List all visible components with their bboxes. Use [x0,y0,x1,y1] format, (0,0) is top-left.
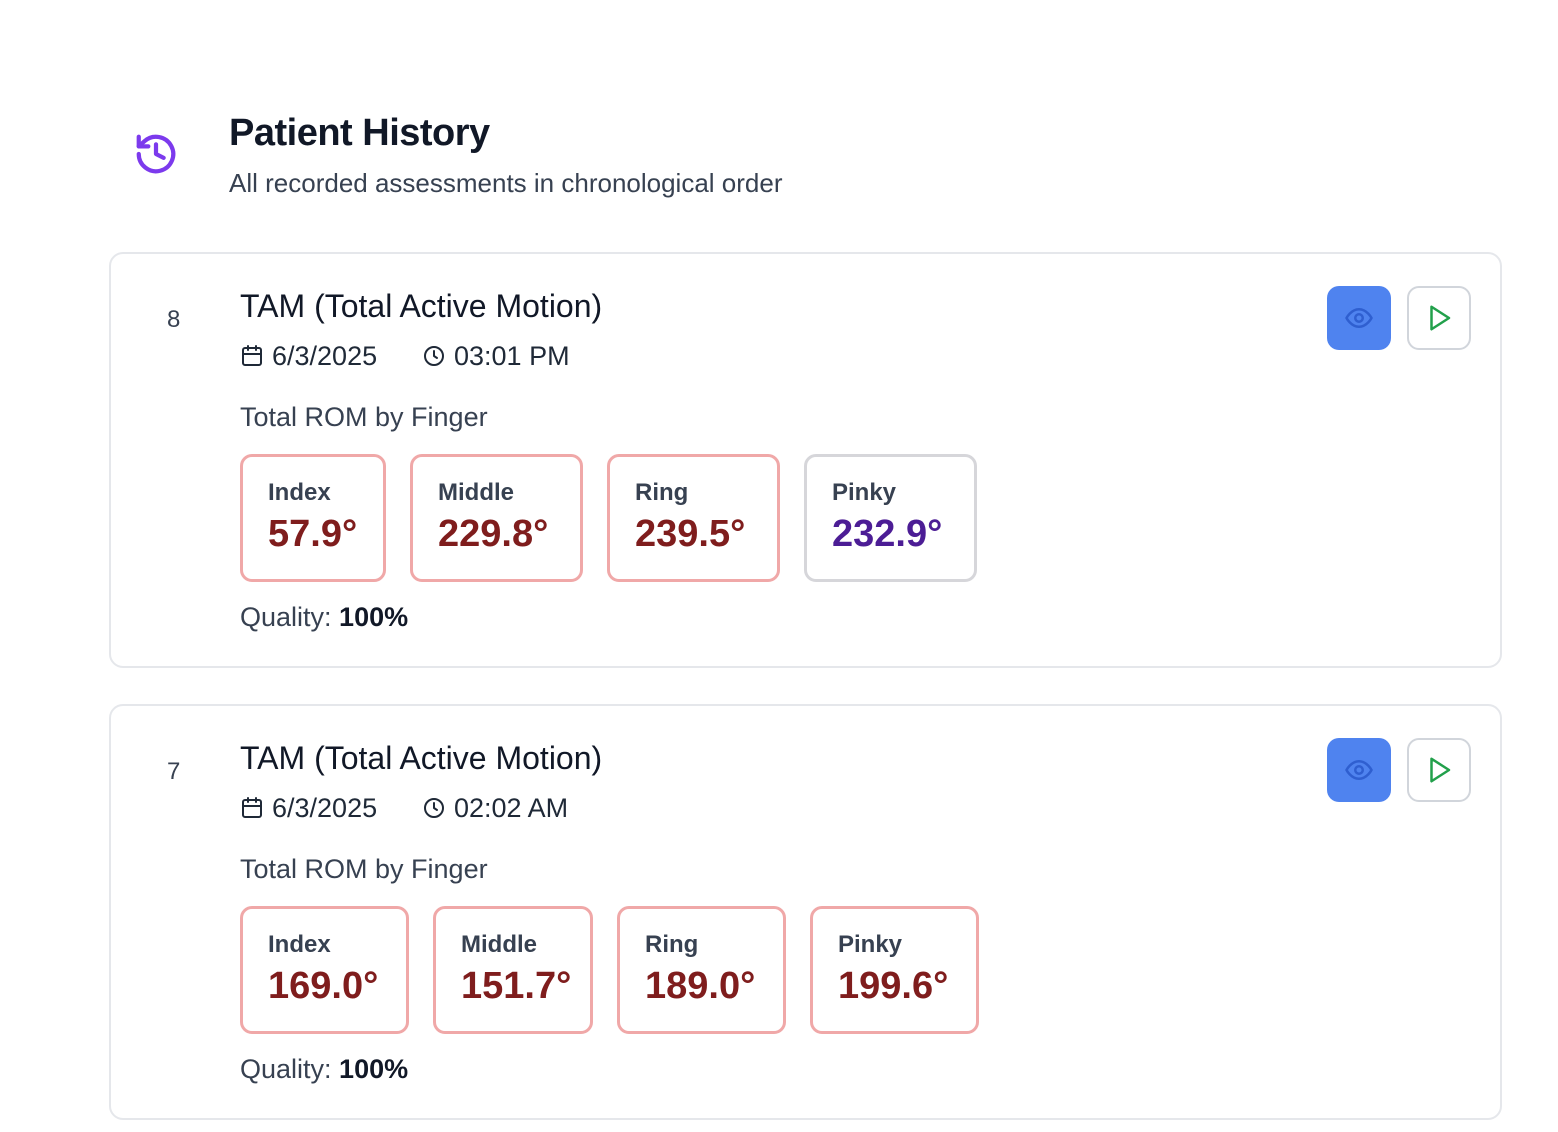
finger-value: 199.6° [838,965,949,1007]
finger-name: Pinky [832,479,897,506]
assessment-index: 7 [167,758,181,785]
calendar-icon [242,345,262,366]
eye-icon [1345,760,1373,780]
assessment-date: 6/3/2025 [240,340,377,372]
assessment-card: 8 TAM (Total Active Motion) 6/3/2025 03:… [109,252,1502,668]
rom-section-label: Total ROM by Finger [240,402,488,432]
finger-value: 151.7° [461,965,572,1007]
assessment-date: 6/3/2025 [240,792,377,824]
clock-icon [424,798,444,818]
view-button[interactable] [1327,286,1391,350]
quality-label: Quality: [240,602,340,632]
assessment-title: TAM (Total Active Motion) [240,740,603,776]
finger-name: Ring [645,931,699,958]
finger-rom-index: Index 169.0° [240,906,409,1034]
eye-icon [1345,308,1373,328]
quality-label: Quality: [240,1054,340,1084]
quality-score: Quality: 100% [240,602,408,633]
time-text: 02:02 AM [454,792,569,823]
assessment-index: 8 [167,306,181,333]
finger-value: 232.9° [832,513,943,555]
finger-rom-ring: Ring 239.5° [607,454,780,582]
finger-name: Middle [461,931,537,958]
finger-value: 189.0° [645,965,756,1007]
rom-section-label: Total ROM by Finger [240,854,488,884]
finger-name: Pinky [838,931,903,958]
play-button[interactable] [1407,738,1471,802]
finger-rom-ring: Ring 189.0° [617,906,786,1034]
assessment-time: 02:02 AM [422,792,568,824]
play-icon [1430,305,1451,331]
finger-name: Index [268,479,331,506]
quality-value: 100% [339,1054,409,1084]
quality-score: Quality: 100% [240,1054,408,1085]
finger-value: 229.8° [438,513,549,555]
finger-rom-middle: Middle 229.8° [410,454,583,582]
finger-value: 57.9° [268,513,358,555]
finger-rom-pinky: Pinky 199.6° [810,906,979,1034]
finger-value: 169.0° [268,965,379,1007]
finger-rom-pinky: Pinky 232.9° [804,454,977,582]
finger-name: Index [268,931,331,958]
assessment-time: 03:01 PM [422,340,570,372]
date-text: 6/3/2025 [272,340,378,371]
assessment-title: TAM (Total Active Motion) [240,288,603,324]
finger-value: 239.5° [635,513,746,555]
clock-icon [424,346,444,366]
assessment-card: 7 TAM (Total Active Motion) 6/3/2025 02:… [109,704,1502,1120]
time-text: 03:01 PM [454,340,570,371]
page-title: Patient History [229,112,490,154]
calendar-icon [242,797,262,818]
page-header: Patient History All recorded assessments… [0,0,1558,240]
play-icon [1430,757,1451,783]
history-icon [136,134,176,174]
finger-rom-index: Index 57.9° [240,454,386,582]
date-text: 6/3/2025 [272,792,378,823]
quality-value: 100% [339,602,409,632]
play-button[interactable] [1407,286,1471,350]
view-button[interactable] [1327,738,1391,802]
page-subtitle: All recorded assessments in chronologica… [229,168,783,198]
finger-name: Ring [635,479,689,506]
finger-rom-middle: Middle 151.7° [433,906,593,1034]
finger-name: Middle [438,479,514,506]
